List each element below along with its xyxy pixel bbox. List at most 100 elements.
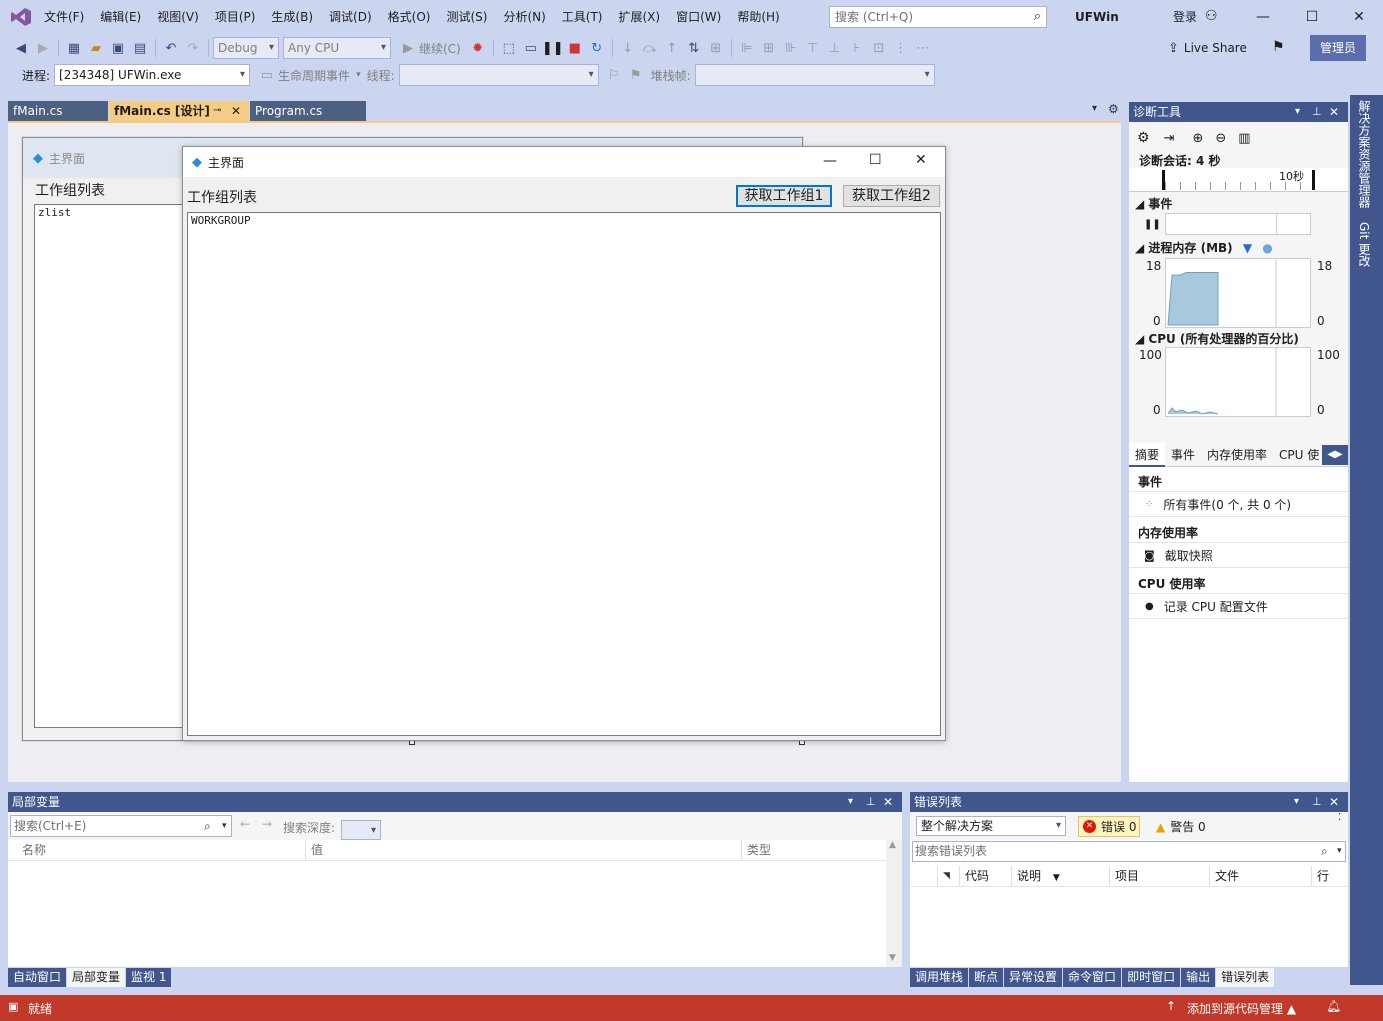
design-zlist-listbox[interactable]: zlist [34,204,194,728]
workgroup-listbox[interactable]: WORKGROUP [187,212,941,736]
events-header[interactable]: ◢ 事件 [1135,195,1172,212]
save-all-icon[interactable]: ▤ [129,37,151,59]
stack-frame-select[interactable] [694,64,935,86]
panel-dropdown-icon[interactable]: ▾ [1295,102,1300,122]
form-maximize-button[interactable]: ☐ [869,152,882,168]
git-changes-tab[interactable]: Git 更改 [1356,222,1373,267]
get-workgroup-1-button[interactable]: 获取工作组1 [736,185,832,207]
admin-badge[interactable]: 管理员 [1310,35,1366,61]
tab-close-icon[interactable]: ✕ [231,101,241,121]
all-events-link[interactable]: 所有事件(0 个, 共 0 个) [1163,496,1291,513]
menu-item[interactable]: 帮助(H) [729,0,787,34]
locals-search-input[interactable]: 搜索(Ctrl+E) ⌕ ▾ [10,815,232,837]
flag-all-icon[interactable]: ⚑ [625,64,647,86]
tabs-next-icon[interactable]: ◀▶ [1322,445,1348,465]
timeline-ruler[interactable]: 10秒 [1129,168,1348,192]
step-over-icon[interactable]: ⤼ [639,37,661,59]
login-link[interactable]: 登录 [1173,0,1197,34]
show-threads-icon[interactable]: ⇅ [683,37,705,59]
menu-item[interactable]: 工具(T) [554,0,611,34]
form-minimize-button[interactable]: — [823,153,837,169]
menu-item[interactable]: 视图(V) [149,0,207,34]
tab-fmain-cs[interactable]: fMain.cs [8,101,108,121]
minimize-button[interactable]: — [1240,0,1286,34]
align-bottom-icon[interactable]: ⊦ [846,37,868,59]
lifecycle-dropdown-icon[interactable]: ▾ [356,70,361,80]
align-top-icon[interactable]: ⊤ [802,37,824,59]
panel-close-icon[interactable]: ✕ [883,792,893,812]
step-out-icon[interactable]: ↑ [661,37,683,59]
panel-dropdown-icon[interactable]: ▾ [848,792,853,812]
add-to-source-control-button[interactable]: 添加到源代码管理 ▲ [1187,1000,1296,1017]
order-icon[interactable]: ⋯ [912,37,934,59]
menu-item[interactable]: 分析(N) [495,0,553,34]
panel-dropdown-icon[interactable]: ▾ [1294,792,1299,812]
summary-memory-row[interactable]: ◙ 截取快照 [1129,542,1348,568]
column-sort[interactable] [910,865,938,886]
errors-bottom-tab[interactable]: 异常设置 [1004,968,1063,987]
running-form[interactable]: ◆ 主界面 — ☐ ✕ 工作组列表 获取工作组1 获取工作组2 WORKGROU… [182,146,946,741]
stop-icon[interactable]: ■ [564,37,586,59]
align-right-icon[interactable]: ⊪ [780,37,802,59]
menu-item[interactable]: 生成(B) [263,0,321,34]
errors-bottom-tab[interactable]: 输出 [1181,968,1216,987]
live-share-button[interactable]: ⇪ Live Share [1168,37,1247,59]
menu-item[interactable]: 测试(S) [438,0,495,34]
menu-item[interactable]: 扩展(X) [610,0,668,34]
chart-options-icon[interactable]: ▥ [1238,131,1250,146]
new-project-icon[interactable]: ▦ [63,37,85,59]
record-cpu-profile-button[interactable]: 记录 CPU 配置文件 [1164,598,1268,615]
tab-fmain-design[interactable]: fMain.cs [设计] ⊸ ✕ [109,101,249,121]
list-item[interactable]: WORKGROUP [191,214,251,227]
errors-bottom-tab[interactable]: 即时窗口 [1122,968,1181,987]
error-search-input[interactable]: 搜索错误列表 ⌕ ▾ [912,841,1346,862]
redo-icon[interactable]: ↷ [182,37,204,59]
layout-icon[interactable]: ▭ [520,37,542,59]
tab-overflow-icon[interactable]: ▾ [1092,103,1097,114]
close-button[interactable]: ✕ [1336,0,1382,34]
search-back-icon[interactable]: ← [240,817,250,831]
locals-bottom-tab[interactable]: 自动窗口 [8,968,67,987]
column-name[interactable]: 名称 [8,840,306,860]
align-middle-icon[interactable]: ⊥ [824,37,846,59]
hex-icon[interactable]: ⊞ [705,37,727,59]
diagnostics-tab[interactable]: 内存使用率 [1201,443,1273,467]
column-file[interactable]: 文件 [1210,865,1312,886]
zoom-out-icon[interactable]: ⊖ [1215,131,1226,146]
locals-bottom-tab[interactable]: 局部变量 [67,968,126,987]
maximize-button[interactable]: ☐ [1289,0,1335,34]
settings-icon[interactable]: ⚙ [1137,130,1150,146]
column-project[interactable]: 项目 [1110,865,1210,886]
errors-bottom-tab[interactable]: 调用堆栈 [910,968,969,987]
process-select[interactable]: [234348] UFWin.exe [54,64,251,86]
locals-bottom-tab[interactable]: 监视 1 [126,968,172,987]
panel-close-icon[interactable]: ✕ [1329,792,1339,812]
take-snapshot-button[interactable]: 截取快照 [1165,547,1213,564]
browser-link-icon[interactable]: ⬚ [498,37,520,59]
thread-select[interactable] [398,64,599,86]
scroll-down-icon[interactable]: ▼ [889,953,896,963]
same-size-icon[interactable]: ⊡ [868,37,890,59]
errors-bottom-tab[interactable]: 错误列表 [1216,968,1275,987]
toolbar-overflow-icon[interactable]: ⁚ [1338,812,1341,823]
errors-filter-button[interactable]: ✕ 错误 0 [1078,816,1140,837]
menu-item[interactable]: 文件(F) [36,0,92,34]
menu-item[interactable]: 项目(P) [207,0,264,34]
panel-close-icon[interactable]: ✕ [1329,102,1339,122]
column-value[interactable]: 值 [306,840,742,860]
lifecycle-events-button[interactable]: 生命周期事件 [278,67,350,84]
pause-icon[interactable]: ❚❚ [542,37,564,59]
warnings-filter-button[interactable]: ▲ 警告 0 [1154,816,1218,837]
design-worklist-label[interactable]: 工作组列表 [35,180,105,200]
column-type[interactable]: 类型 [742,840,886,860]
save-icon[interactable]: ▣ [107,37,129,59]
account-icon[interactable]: ⚇ [1205,8,1218,24]
platform-select[interactable]: Any CPU [283,37,391,59]
restart-icon[interactable]: ↻ [586,37,608,59]
open-folder-icon[interactable]: ▰ [85,37,107,59]
form-close-button[interactable]: ✕ [915,152,927,168]
notifications-icon[interactable]: 🔔︎ [1326,999,1341,1013]
solution-explorer-tab[interactable]: 解决方案资源管理器 [1356,100,1373,208]
search-dropdown-icon[interactable]: ▾ [222,816,227,836]
column-description[interactable]: 说明 ▼ [1012,865,1110,886]
